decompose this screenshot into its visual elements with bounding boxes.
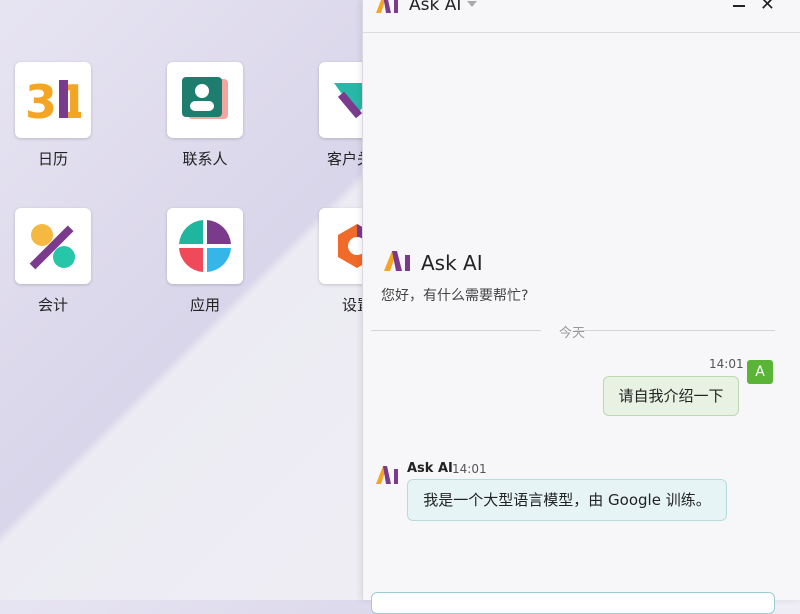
ask-ai-logo-icon [375, 0, 401, 18]
apps-icon [167, 208, 243, 284]
date-divider-label: 今天 [559, 326, 586, 341]
app-apps[interactable]: 应用 [145, 208, 265, 315]
settings-icon [319, 208, 362, 284]
panel-title[interactable]: Ask AI [409, 0, 461, 15]
app-label: 联系人 [182, 150, 228, 168]
bot-message-bubble: 我是一个大型语言模型，由 Google 训练。 [407, 479, 727, 521]
ask-ai-panel: Ask AI ✕ Ask AI 您好，有什么需要帮忙? 今天 14:01 A 请… [362, 0, 800, 614]
avatar: A [747, 360, 773, 384]
app-label: 日历 [37, 150, 68, 168]
bot-name: Ask AI [407, 461, 453, 476]
contacts-icon [167, 62, 243, 138]
calendar-icon: 31 [15, 62, 91, 138]
date-divider: 今天 [371, 326, 775, 341]
user-message-bubble: 请自我介绍一下 [603, 376, 739, 416]
app-label: 设置 [341, 296, 362, 314]
welcome-title: Ask AI [421, 251, 483, 275]
bot-message-time: 14:01 [452, 462, 487, 476]
message-input[interactable] [371, 592, 775, 614]
home-screen: 31 日历 联系人 客户关系 [0, 0, 362, 600]
svg-text:31: 31 [25, 76, 81, 124]
app-label: 应用 [189, 296, 220, 314]
app-crm[interactable]: 客户关系 [297, 62, 362, 169]
app-calendar[interactable]: 31 日历 [0, 62, 113, 169]
minimize-button[interactable] [733, 5, 745, 7]
close-button[interactable]: ✕ [760, 0, 775, 15]
chevron-down-icon[interactable] [467, 1, 477, 7]
app-label: 客户关系 [326, 150, 362, 168]
app-label: 会计 [37, 296, 68, 314]
user-message-time: 14:01 [709, 357, 744, 371]
app-contacts[interactable]: 联系人 [145, 62, 265, 169]
accounting-icon [15, 208, 91, 284]
crm-icon [319, 62, 362, 138]
app-accounting[interactable]: 会计 [0, 208, 113, 315]
panel-header: Ask AI ✕ [363, 0, 800, 33]
app-settings[interactable]: 设置 [297, 208, 362, 315]
ask-ai-logo-icon [383, 250, 413, 276]
ask-ai-logo-icon [375, 465, 401, 489]
welcome-subtitle: 您好，有什么需要帮忙? [381, 288, 529, 304]
